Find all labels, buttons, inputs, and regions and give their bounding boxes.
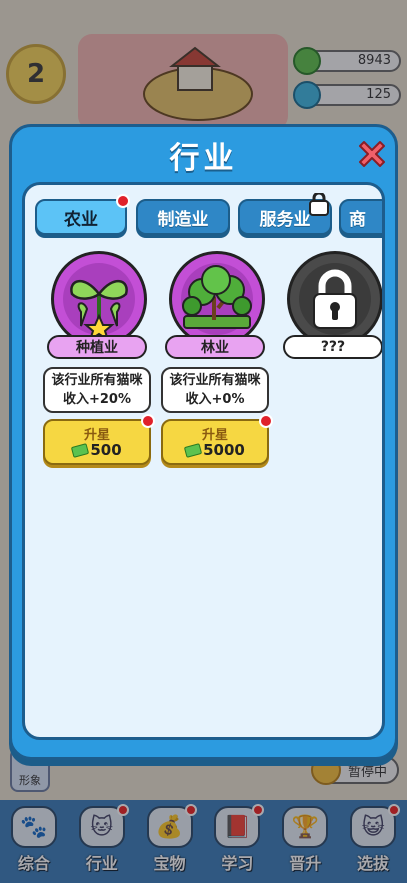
industry-emblem bbox=[51, 251, 147, 347]
industry-card-forestry: 林业 该行业所有猫咪 收入+0% 升星 5000 bbox=[161, 251, 273, 471]
tab-label: 制造业 bbox=[157, 209, 209, 230]
upgrade-star-button[interactable]: 升星 5000 bbox=[161, 414, 273, 465]
tab-agriculture[interactable]: 农业 bbox=[35, 194, 130, 235]
industry-card-locked[interactable]: ??? bbox=[283, 251, 382, 361]
description-line: 收入+0% bbox=[185, 392, 245, 407]
upgrade-cost: 500 bbox=[45, 441, 149, 459]
tab-services[interactable]: 服务业 bbox=[238, 193, 332, 235]
cost-value: 5000 bbox=[203, 441, 245, 459]
industry-emblem bbox=[287, 251, 382, 347]
notification-dot bbox=[141, 414, 155, 428]
description-line: 该行业所有猫咪 bbox=[169, 373, 261, 388]
cost-value: 500 bbox=[90, 441, 122, 459]
lock-icon bbox=[309, 193, 329, 216]
industry-tabs: 农业 制造业 服务业 商 bbox=[25, 193, 382, 241]
notification-dot bbox=[259, 414, 273, 428]
cash-icon bbox=[183, 442, 203, 458]
industry-name: 种植业 bbox=[47, 335, 147, 359]
lock-icon bbox=[299, 263, 371, 335]
upgrade-star-button[interactable]: 升星 500 bbox=[43, 414, 155, 465]
cash-icon bbox=[71, 442, 90, 458]
tab-manufacturing[interactable]: 制造业 bbox=[136, 199, 230, 235]
close-icon bbox=[359, 141, 385, 167]
tab-label: 商 bbox=[349, 209, 366, 230]
notification-dot bbox=[116, 194, 130, 208]
close-button[interactable] bbox=[353, 135, 391, 173]
upgrade-cost: 5000 bbox=[163, 441, 267, 459]
industry-modal: 行业 农业 制造业 服务业 商 种植业 该行业所有猫咪 收入+20% 升星 50… bbox=[9, 124, 398, 760]
tab-label: 服务业 bbox=[259, 209, 311, 230]
industry-description: 该行业所有猫咪 收入+20% bbox=[43, 367, 151, 413]
industry-name: ??? bbox=[283, 335, 382, 359]
industry-panel: 农业 制造业 服务业 商 种植业 该行业所有猫咪 收入+20% 升星 500 林… bbox=[22, 182, 385, 740]
industry-card-planting: 种植业 该行业所有猫咪 收入+20% 升星 500 bbox=[43, 251, 155, 471]
tab-commerce[interactable]: 商 bbox=[339, 199, 382, 235]
description-line: 该行业所有猫咪 bbox=[51, 373, 143, 388]
tree-icon bbox=[181, 263, 253, 335]
description-line: 收入+20% bbox=[62, 392, 131, 407]
industry-description: 该行业所有猫咪 收入+0% bbox=[161, 367, 269, 413]
industry-name: 林业 bbox=[165, 335, 265, 359]
modal-title: 行业 bbox=[169, 141, 238, 176]
tab-label: 农业 bbox=[64, 209, 98, 230]
industry-emblem bbox=[169, 251, 265, 347]
sprout-icon bbox=[63, 263, 135, 343]
